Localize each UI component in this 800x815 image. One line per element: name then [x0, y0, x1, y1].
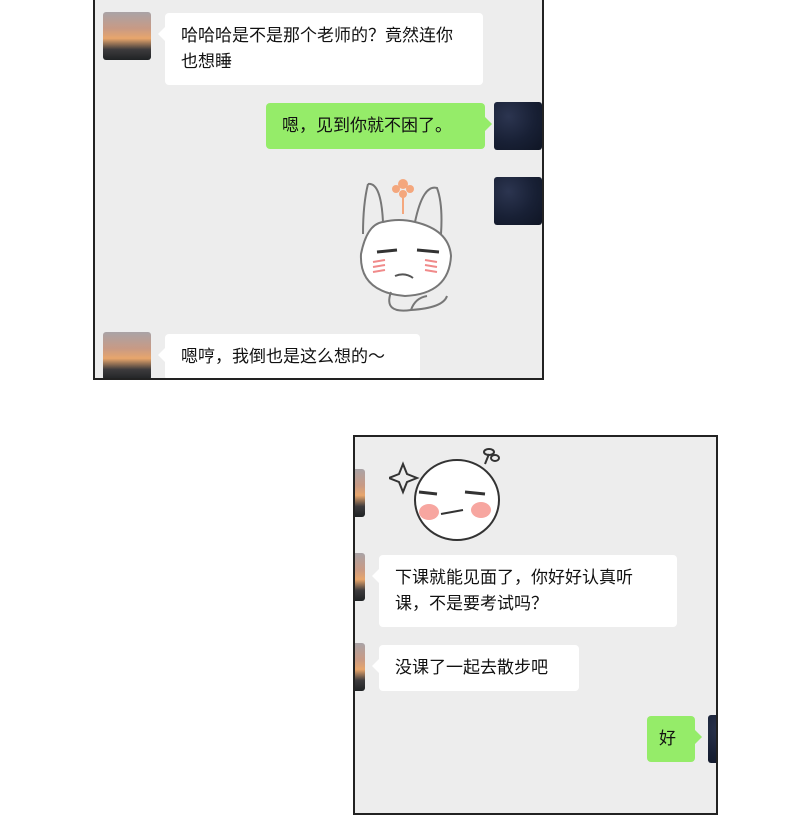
- received-message-bubble[interactable]: 嗯哼，我倒也是这么想的～: [158, 334, 420, 378]
- smug-face-sticker[interactable]: [386, 442, 509, 542]
- user-avatar[interactable]: [494, 102, 542, 150]
- contact-avatar[interactable]: [355, 469, 365, 517]
- message-text: 嗯，见到你就不困了。: [282, 116, 452, 136]
- message-text: 嗯哼，我倒也是这么想的～: [181, 347, 385, 367]
- received-message-bubble[interactable]: 没课了一起去散步吧: [372, 645, 579, 691]
- sent-message-bubble[interactable]: 好: [647, 716, 702, 762]
- contact-avatar[interactable]: [103, 12, 151, 60]
- sleepy-rabbit-sticker[interactable]: [353, 174, 463, 324]
- message-text: 没课了一起去散步吧: [395, 658, 548, 678]
- user-avatar[interactable]: [494, 177, 542, 225]
- message-text: 哈哈哈是不是那个老师的？竟然连你也想睡: [181, 26, 453, 72]
- sent-message-bubble[interactable]: 嗯，见到你就不困了。: [266, 103, 492, 149]
- received-message-bubble[interactable]: 哈哈哈是不是那个老师的？竟然连你也想睡: [158, 13, 483, 85]
- message-text: 下课就能见面了，你好好认真听课，不是要考试吗？: [395, 568, 633, 614]
- message-text: 好: [659, 729, 676, 749]
- chat-panel-1: 哈哈哈是不是那个老师的？竟然连你也想睡 嗯，见到你就不困了。 嗯哼，我倒也是这么…: [93, 0, 544, 380]
- contact-avatar[interactable]: [103, 332, 151, 378]
- contact-avatar[interactable]: [355, 553, 365, 601]
- chat-panel-2: 下课就能见面了，你好好认真听课，不是要考试吗？ 没课了一起去散步吧 好: [353, 435, 718, 815]
- user-avatar[interactable]: [708, 715, 716, 763]
- contact-avatar[interactable]: [355, 643, 365, 691]
- received-message-bubble[interactable]: 下课就能见面了，你好好认真听课，不是要考试吗？: [372, 555, 677, 627]
